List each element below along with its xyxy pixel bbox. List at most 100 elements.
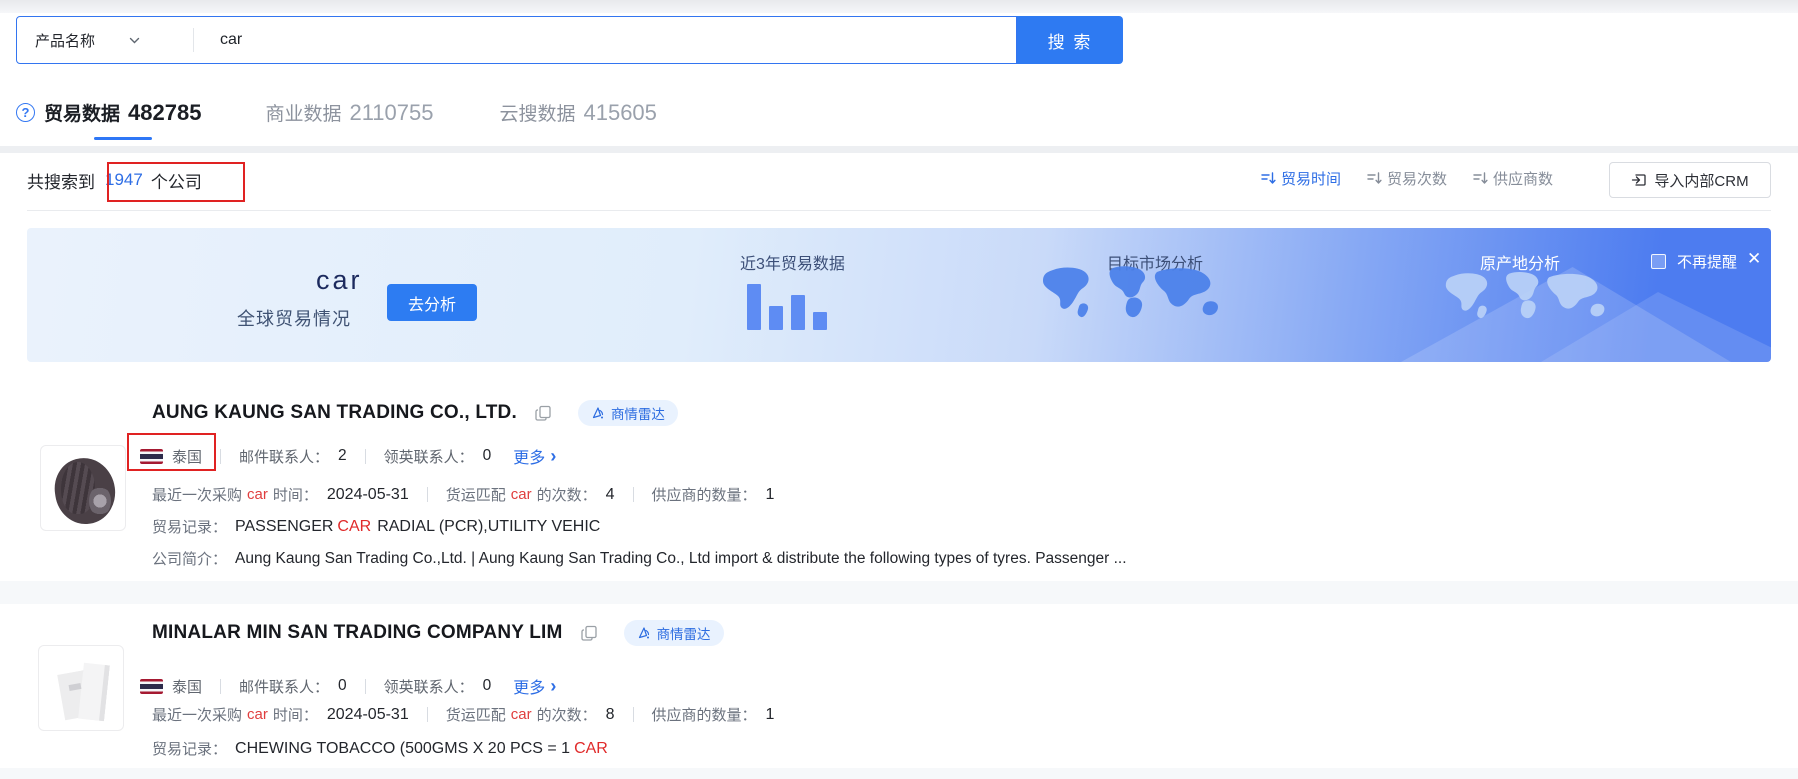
category-select[interactable]: 产品名称: [17, 17, 193, 63]
world-map-icon: [1035, 264, 1239, 328]
trade-record-label: 贸易记录：: [152, 738, 227, 759]
copy-icon[interactable]: [581, 625, 598, 642]
search-button[interactable]: 搜 索: [1017, 16, 1123, 64]
tab-label: 商业数据: [265, 99, 341, 126]
purchase-date: 2024-05-31: [327, 486, 409, 504]
trade-record-label: 贸易记录：: [152, 516, 227, 537]
sort-supplier-count[interactable]: 供应商数: [1473, 168, 1553, 189]
country-label: 泰国: [172, 446, 202, 467]
sort-icon: [1261, 171, 1276, 186]
tab-trade-data[interactable]: 贸易数据 482785: [44, 99, 201, 126]
linkedin-contacts-label: 领英联系人：: [384, 446, 474, 467]
company-profile-row: 公司简介： Aung Kaung San Trading Co.,Ltd. | …: [152, 548, 1127, 569]
linkedin-contacts-count: 0: [483, 447, 492, 465]
tab-business-data[interactable]: 商业数据 2110755: [265, 99, 433, 126]
import-crm-button[interactable]: 导入内部CRM: [1609, 162, 1771, 198]
search-input[interactable]: car: [194, 31, 1016, 49]
company-meta-row: 泰国 邮件联系人： 0 领英联系人： 0 更多 ›: [140, 674, 556, 698]
close-icon[interactable]: ✕: [1747, 249, 1761, 269]
trade-record-row: 贸易记录： PASSENGER CAR RADIAL (PCR),UTILITY…: [152, 516, 600, 537]
search-box: 产品名称 car: [16, 16, 1017, 64]
company-title-row: AUNG KAUNG SAN TRADING CO., LTD. 商情雷达: [152, 400, 678, 426]
freight-count: 4: [606, 486, 615, 504]
sort-icon: [1473, 171, 1488, 186]
sort-trade-time[interactable]: 贸易时间: [1261, 168, 1341, 189]
trade-record-row: 贸易记录： CHEWING TOBACCO (500GMS X 20 PCS =…: [152, 738, 612, 759]
dismiss-checkbox[interactable]: [1651, 254, 1666, 269]
more-label: 更多: [513, 674, 545, 698]
keyword-highlight: CAR: [574, 740, 608, 758]
purchase-label: 最近一次采购: [152, 704, 242, 725]
more-link[interactable]: 更多 ›: [513, 674, 556, 698]
trade-record-text: CHEWING TOBACCO (500GMS X 20 PCS = 1: [235, 740, 570, 758]
keyword-highlight: car: [247, 706, 268, 723]
freight-label: 货运匹配: [446, 484, 506, 505]
copy-icon[interactable]: [535, 405, 552, 422]
sort-icon: [1367, 171, 1382, 186]
chevron-right-icon: ›: [550, 446, 556, 467]
radar-label: 商情雷达: [611, 403, 665, 423]
dismiss-label[interactable]: 不再提醒: [1677, 251, 1737, 272]
company-name[interactable]: AUNG KAUNG SAN TRADING CO., LTD.: [152, 402, 517, 424]
data-tabs: ? 贸易数据 482785 商业数据 2110755 云搜数据 415605: [16, 92, 657, 132]
sort-label: 贸易时间: [1281, 168, 1341, 189]
company-name[interactable]: MINALAR MIN SAN TRADING COMPANY LIM: [152, 622, 563, 644]
supplier-label: 供应商的数量：: [652, 484, 757, 505]
company-stats-row: 最近一次采购 car 时间： 2024-05-31 货运匹配 car 的次数： …: [152, 704, 774, 725]
freight-label: 货运匹配: [446, 704, 506, 725]
help-icon[interactable]: ?: [16, 103, 35, 122]
tab-label: 云搜数据: [499, 99, 575, 126]
separator: [427, 707, 428, 722]
world-map-icon: [1435, 270, 1627, 328]
card-separator: [0, 581, 1798, 604]
found-suffix: 个公司: [151, 168, 202, 193]
chevron-down-icon: [129, 35, 139, 45]
sort-label: 供应商数: [1493, 168, 1553, 189]
email-contacts-count: 2: [338, 447, 347, 465]
purchase-label: 时间：: [273, 484, 318, 505]
email-contacts-count: 0: [338, 677, 347, 695]
sort-controls: 贸易时间 贸易次数 供应商数: [1261, 168, 1579, 189]
profile-text: Aung Kaung San Trading Co.,Ltd. | Aung K…: [235, 550, 1127, 568]
analysis-banner: car 全球贸易情况 去分析 近3年贸易数据 目标市场分析 原产地分析 不再提醒…: [27, 228, 1771, 362]
keyword-highlight: car: [247, 486, 268, 503]
import-icon: [1631, 172, 1647, 188]
banner-subtitle: 全球贸易情况: [237, 305, 351, 331]
separator: [220, 679, 221, 694]
company-title-row: MINALAR MIN SAN TRADING COMPANY LIM 商情雷达: [152, 620, 724, 646]
radar-icon: [591, 406, 605, 420]
linkedin-contacts-label: 领英联系人：: [384, 676, 474, 697]
bottom-separator: [0, 768, 1798, 779]
bar-chart-icon: [747, 282, 839, 330]
thailand-flag-icon: [140, 449, 163, 464]
thailand-flag-icon: [140, 679, 163, 694]
found-prefix: 共搜索到: [27, 168, 95, 193]
supplier-label: 供应商的数量：: [652, 704, 757, 725]
company-thumbnail[interactable]: [38, 645, 124, 731]
linkedin-contacts-count: 0: [483, 677, 492, 695]
separator: [365, 679, 366, 694]
purchase-date: 2024-05-31: [327, 706, 409, 724]
sort-label: 贸易次数: [1387, 168, 1447, 189]
radar-badge[interactable]: 商情雷达: [578, 400, 678, 426]
banner-keyword: car: [316, 265, 363, 296]
analyze-button[interactable]: 去分析: [387, 284, 477, 321]
company-meta-row: 泰国 邮件联系人： 2 领英联系人： 0 更多 ›: [140, 444, 556, 468]
company-thumbnail[interactable]: [40, 445, 126, 531]
email-contacts-label: 邮件联系人：: [239, 676, 329, 697]
purchase-label: 最近一次采购: [152, 484, 242, 505]
product-image: [78, 663, 110, 721]
separator: [633, 707, 634, 722]
freight-label: 的次数：: [537, 704, 597, 725]
separator: [633, 487, 634, 502]
tab-cloud-search-data[interactable]: 云搜数据 415605: [499, 99, 656, 126]
tab-label: 贸易数据: [44, 99, 120, 126]
sort-trade-count[interactable]: 贸易次数: [1367, 168, 1447, 189]
supplier-count: 1: [766, 486, 775, 504]
more-label: 更多: [513, 444, 545, 468]
radar-label: 商情雷达: [657, 623, 711, 643]
tire-image: [89, 486, 111, 516]
radar-badge[interactable]: 商情雷达: [624, 620, 724, 646]
more-link[interactable]: 更多 ›: [513, 444, 556, 468]
purchase-label: 时间：: [273, 704, 318, 725]
